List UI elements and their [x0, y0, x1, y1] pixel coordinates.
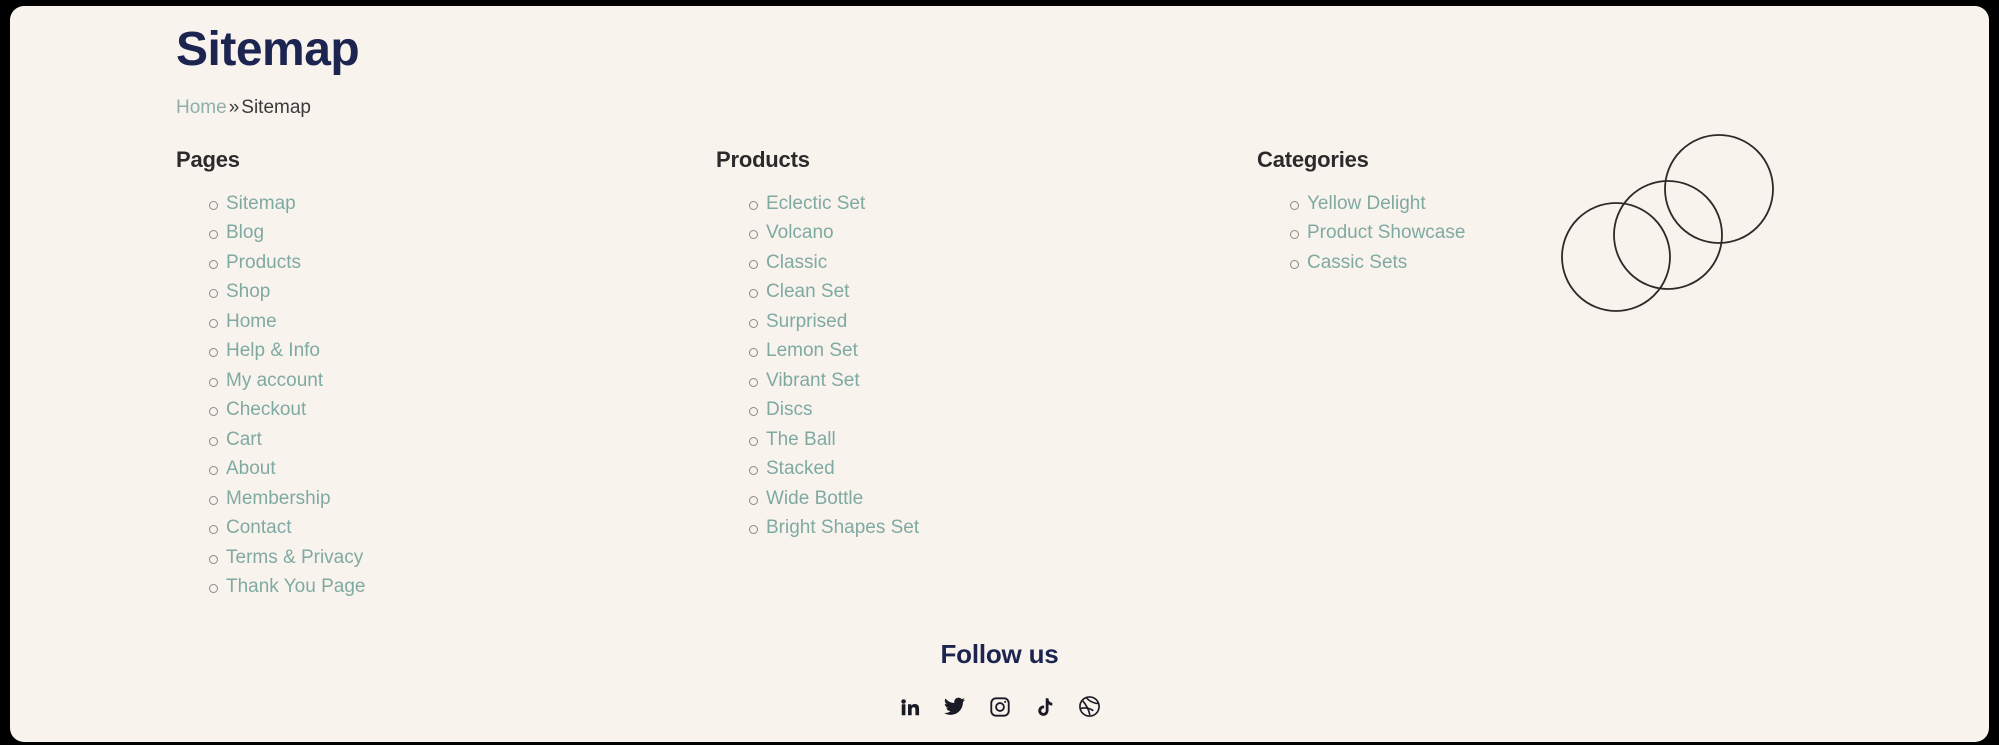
- products-link-list: Eclectic Set Volcano Classic Clean Set S…: [716, 189, 1096, 543]
- pages-link-home[interactable]: Home: [226, 311, 277, 332]
- list-item: Cassic Sets: [1290, 248, 1637, 278]
- list-item: Classic: [749, 248, 1096, 278]
- list-item: Surprised: [749, 307, 1096, 337]
- list-item: About: [209, 454, 556, 484]
- pages-link-products[interactable]: Products: [226, 252, 301, 273]
- list-item: Discs: [749, 395, 1096, 425]
- list-item: Membership: [209, 484, 556, 514]
- pages-link-cart[interactable]: Cart: [226, 429, 262, 450]
- products-link-classic[interactable]: Classic: [766, 252, 827, 273]
- twitter-icon[interactable]: [942, 694, 968, 720]
- linkedin-icon[interactable]: [897, 694, 923, 720]
- products-link-stacked[interactable]: Stacked: [766, 458, 835, 479]
- sitemap-columns: Pages Sitemap Blog Products Shop Home He…: [10, 146, 1989, 626]
- column-pages: Pages Sitemap Blog Products Shop Home He…: [176, 146, 556, 602]
- list-item: Bright Shapes Set: [749, 513, 1096, 543]
- column-heading-categories: Categories: [1257, 147, 1369, 172]
- pages-link-terms-and-privacy[interactable]: Terms & Privacy: [226, 547, 363, 568]
- pages-link-shop[interactable]: Shop: [226, 281, 270, 302]
- list-item: Volcano: [749, 218, 1096, 248]
- categories-link-list: Yellow Delight Product Showcase Cassic S…: [1257, 189, 1637, 278]
- list-item: Terms & Privacy: [209, 543, 556, 573]
- list-item: Lemon Set: [749, 336, 1096, 366]
- follow-us-title: Follow us: [940, 639, 1059, 669]
- list-item: Blog: [209, 218, 556, 248]
- products-link-volcano[interactable]: Volcano: [766, 222, 834, 243]
- pages-link-blog[interactable]: Blog: [226, 222, 264, 243]
- dribbble-icon[interactable]: [1077, 694, 1103, 720]
- pages-link-membership[interactable]: Membership: [226, 488, 331, 509]
- list-item: Sitemap: [209, 189, 556, 219]
- list-item: Cart: [209, 425, 556, 455]
- page-title: Sitemap: [176, 23, 360, 76]
- pages-link-sitemap[interactable]: Sitemap: [226, 193, 296, 214]
- list-item: Eclectic Set: [749, 189, 1096, 219]
- products-link-vibrant-set[interactable]: Vibrant Set: [766, 370, 860, 391]
- products-link-lemon-set[interactable]: Lemon Set: [766, 340, 858, 361]
- products-link-eclectic-set[interactable]: Eclectic Set: [766, 193, 865, 214]
- pages-link-thank-you-page[interactable]: Thank You Page: [226, 576, 365, 597]
- list-item: Wide Bottle: [749, 484, 1096, 514]
- pages-link-my-account[interactable]: My account: [226, 370, 323, 391]
- column-heading-products: Products: [716, 147, 810, 172]
- list-item: Stacked: [749, 454, 1096, 484]
- products-link-wide-bottle[interactable]: Wide Bottle: [766, 488, 863, 509]
- list-item: My account: [209, 366, 556, 396]
- instagram-icon[interactable]: [987, 694, 1013, 720]
- social-links-row: [10, 694, 1989, 720]
- list-item: Help & Info: [209, 336, 556, 366]
- pages-link-contact[interactable]: Contact: [226, 517, 291, 538]
- list-item: Contact: [209, 513, 556, 543]
- pages-link-help-and-info[interactable]: Help & Info: [226, 340, 320, 361]
- column-products: Products Eclectic Set Volcano Classic Cl…: [716, 146, 1096, 543]
- column-heading-pages: Pages: [176, 147, 240, 172]
- list-item: Vibrant Set: [749, 366, 1096, 396]
- breadcrumb-home-link[interactable]: Home: [176, 97, 227, 118]
- pages-link-checkout[interactable]: Checkout: [226, 399, 306, 420]
- tiktok-icon[interactable]: [1032, 694, 1058, 720]
- products-link-clean-set[interactable]: Clean Set: [766, 281, 849, 302]
- list-item: The Ball: [749, 425, 1096, 455]
- list-item: Yellow Delight: [1290, 189, 1637, 219]
- categories-link-product-showcase[interactable]: Product Showcase: [1307, 222, 1465, 243]
- pages-link-about[interactable]: About: [226, 458, 276, 479]
- list-item: Product Showcase: [1290, 218, 1637, 248]
- list-item: Checkout: [209, 395, 556, 425]
- products-link-bright-shapes-set[interactable]: Bright Shapes Set: [766, 517, 919, 538]
- breadcrumb: Home» Sitemap: [176, 96, 311, 121]
- follow-us-section: Follow us: [10, 638, 1989, 720]
- list-item: Products: [209, 248, 556, 278]
- column-categories: Categories Yellow Delight Product Showca…: [1257, 146, 1637, 277]
- categories-link-cassic-sets[interactable]: Cassic Sets: [1307, 252, 1407, 273]
- products-link-surprised[interactable]: Surprised: [766, 311, 847, 332]
- sitemap-page: Sitemap Home» Sitemap Pages Sitemap Blog …: [10, 6, 1989, 742]
- categories-link-yellow-delight[interactable]: Yellow Delight: [1307, 193, 1426, 214]
- list-item: Clean Set: [749, 277, 1096, 307]
- breadcrumb-separator: »: [228, 97, 240, 118]
- breadcrumb-current: Sitemap: [241, 97, 311, 118]
- products-link-discs[interactable]: Discs: [766, 399, 812, 420]
- products-link-the-ball[interactable]: The Ball: [766, 429, 836, 450]
- list-item: Home: [209, 307, 556, 337]
- pages-link-list: Sitemap Blog Products Shop Home Help & I…: [176, 189, 556, 602]
- list-item: Thank You Page: [209, 572, 556, 602]
- list-item: Shop: [209, 277, 556, 307]
